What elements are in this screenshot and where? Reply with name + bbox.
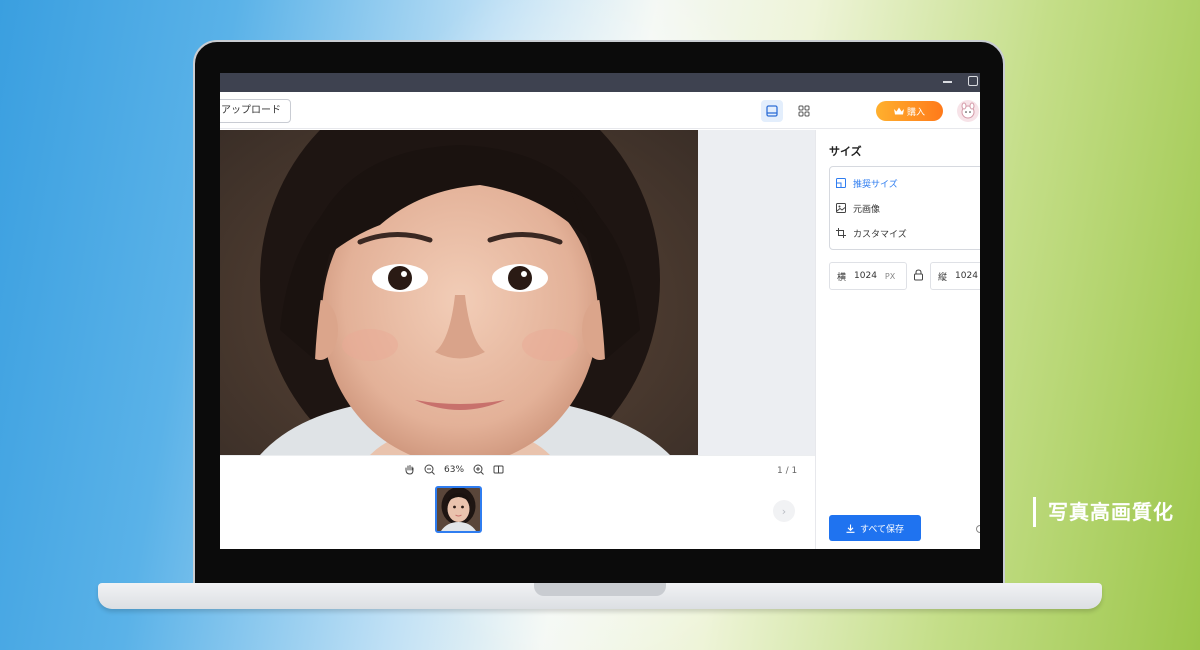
image-thumbnail[interactable]	[435, 486, 482, 533]
title-bar	[220, 73, 980, 92]
compare-icon[interactable]	[493, 464, 504, 475]
laptop-notch	[534, 583, 666, 596]
option-recommended-size-label: 推奨サイズ	[853, 179, 898, 190]
image-canvas	[220, 130, 815, 455]
download-icon	[846, 524, 855, 533]
height-field[interactable]: 縦 1024	[930, 262, 980, 290]
top-toolbar: アップロード 購入	[220, 92, 980, 129]
zoom-in-icon[interactable]	[473, 464, 484, 475]
zoom-level: 63%	[444, 464, 465, 475]
size-options: 推奨サイズ 元画像 カスタマイズ	[829, 166, 980, 250]
portrait-illustration	[260, 130, 670, 455]
preview-photo	[220, 130, 698, 455]
recommended-size-icon	[836, 178, 846, 188]
bottom-strip: 63% 1 / 1 ›	[220, 455, 815, 549]
option-customize[interactable]: カスタマイズ	[836, 224, 907, 242]
avatar-icon	[961, 102, 975, 119]
width-value: 1024	[854, 271, 877, 281]
buy-button[interactable]: 購入	[876, 101, 943, 121]
option-recommended-size[interactable]: 推奨サイズ	[836, 174, 898, 192]
minimize-button[interactable]	[943, 81, 952, 83]
buy-button-label: 購入	[906, 107, 925, 118]
width-unit: PX	[884, 271, 896, 281]
option-original-image-label: 元画像	[853, 204, 881, 215]
lock-icon[interactable]	[913, 269, 924, 281]
thumbnail-image	[437, 488, 480, 531]
height-value: 1024	[955, 271, 978, 281]
grid-view-button[interactable]	[793, 100, 815, 122]
single-view-icon	[766, 105, 778, 117]
crown-icon	[893, 107, 904, 115]
panel-title: サイズ	[829, 145, 862, 158]
zoom-controls: 63%	[404, 464, 504, 475]
next-image-button[interactable]: ›	[773, 500, 795, 522]
width-label: 横	[837, 272, 847, 283]
crop-icon	[836, 228, 846, 238]
option-customize-label: カスタマイズ	[853, 229, 907, 240]
save-all-label: すべて保存	[859, 524, 904, 535]
single-view-button[interactable]	[761, 100, 783, 122]
settings-icon[interactable]	[976, 525, 980, 533]
avatar[interactable]	[957, 100, 979, 122]
width-field[interactable]: 横 1024 PX	[829, 262, 907, 290]
feature-caption: 写真高画質化	[1033, 497, 1174, 527]
original-image-icon	[836, 203, 846, 213]
option-original-image[interactable]: 元画像	[836, 199, 880, 217]
height-label: 縦	[938, 272, 948, 283]
zoom-out-icon[interactable]	[424, 464, 435, 475]
grid-view-icon	[798, 105, 810, 117]
upload-button[interactable]: アップロード	[220, 99, 291, 123]
settings-panel: サイズ 推奨サイズ 元画像 カスタマイズ 横 1024 PX 縦 1024 すべ…	[815, 130, 980, 549]
app-window: アップロード 購入 63% 1 / 1 › サイズ 推奨サイズ 元画像 カスタマ…	[220, 73, 980, 549]
save-all-button[interactable]: すべて保存	[829, 515, 921, 541]
maximize-button[interactable]	[968, 76, 978, 86]
upload-button-label: アップロード	[221, 105, 281, 116]
hand-icon[interactable]	[404, 464, 415, 475]
chevron-right-icon: ›	[781, 504, 787, 518]
page-count: 1 / 1	[777, 466, 798, 476]
